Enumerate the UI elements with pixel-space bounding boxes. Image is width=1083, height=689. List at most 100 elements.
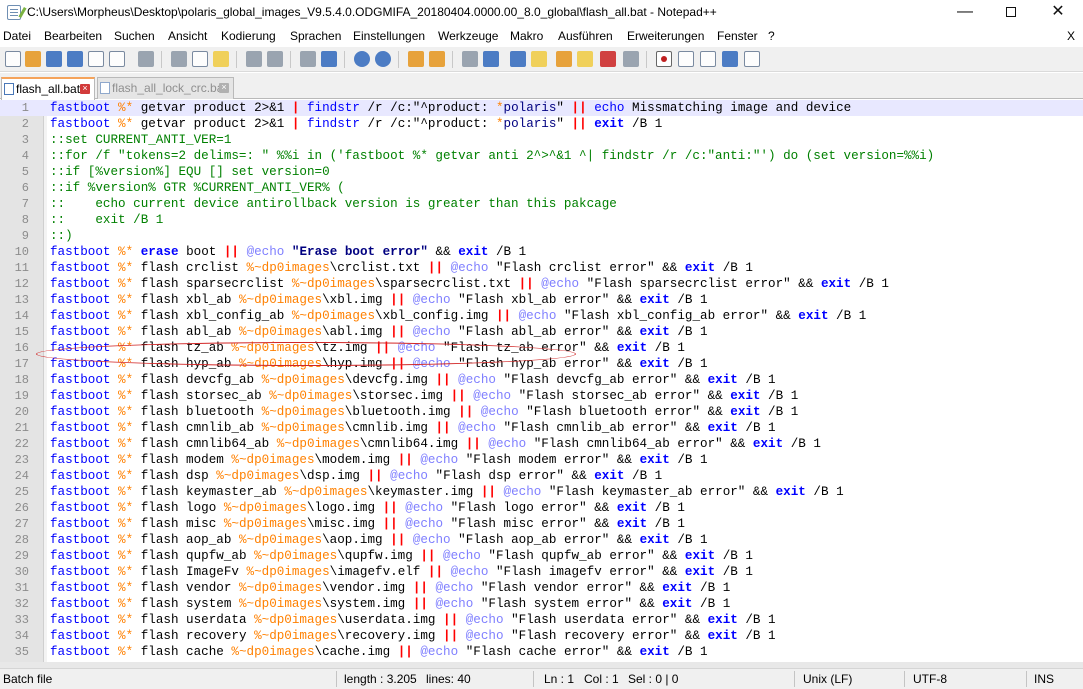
code-line[interactable]: 23 fastboot %* flash modem %~dp0images\mo… bbox=[0, 452, 1083, 468]
close-window-button[interactable]: ✕ bbox=[1035, 0, 1081, 26]
record-macro-icon[interactable] bbox=[656, 51, 672, 67]
code-line[interactable]: 34 fastboot %* flash recovery %~dp0images… bbox=[0, 628, 1083, 644]
code-line[interactable]: 7:: echo current device antirollback ver… bbox=[0, 196, 1083, 212]
show-all-chars-icon[interactable] bbox=[483, 51, 499, 67]
code-token: || bbox=[480, 485, 496, 499]
function-list-icon[interactable] bbox=[577, 51, 593, 67]
code-line[interactable]: 11 fastboot %* flash crclist %~dp0images\… bbox=[0, 260, 1083, 276]
sync-horizontal-icon[interactable] bbox=[429, 51, 445, 67]
replace-icon[interactable] bbox=[321, 51, 337, 67]
code-token: @echo bbox=[488, 437, 527, 451]
code-line[interactable]: 6::if %version% GTR %CURRENT_ANTI_VER% ( bbox=[0, 180, 1083, 196]
tab-close-icon[interactable]: × bbox=[219, 83, 229, 93]
menu-help[interactable]: ? bbox=[768, 29, 775, 43]
open-file-icon[interactable] bbox=[25, 51, 41, 67]
code-line[interactable]: 24 fastboot %* flash dsp %~dp0images\dsp.… bbox=[0, 468, 1083, 484]
menu-makro[interactable]: Makro bbox=[510, 29, 543, 43]
indent-guide-icon[interactable] bbox=[510, 51, 526, 67]
code-line[interactable]: 18 fastboot %* flash devcfg_ab %~dp0image… bbox=[0, 372, 1083, 388]
code-line[interactable]: 33 fastboot %* flash userdata %~dp0images… bbox=[0, 612, 1083, 628]
menu-sprachen[interactable]: Sprachen bbox=[290, 29, 341, 43]
code-token: %~dp0images bbox=[238, 581, 323, 595]
code-line[interactable]: 9::) bbox=[0, 228, 1083, 244]
code-line[interactable]: 27 fastboot %* flash misc %~dp0images\mis… bbox=[0, 516, 1083, 532]
code-token: %~dp0images bbox=[231, 341, 315, 355]
menu-ansicht[interactable]: Ansicht bbox=[168, 29, 207, 43]
code-line[interactable]: 20 fastboot %* flash bluetooth %~dp0image… bbox=[0, 404, 1083, 420]
menu-kodierung[interactable]: Kodierung bbox=[221, 29, 276, 43]
zoom-out-icon[interactable] bbox=[375, 51, 391, 67]
code-line[interactable]: 2 fastboot %* getvar product 2>&1 | finds… bbox=[0, 116, 1083, 132]
code-token: fastboot bbox=[50, 117, 119, 131]
code-line[interactable]: 29 fastboot %* flash qupfw_ab %~dp0images… bbox=[0, 548, 1083, 564]
cut-icon[interactable] bbox=[171, 51, 187, 67]
save-macro-icon[interactable] bbox=[744, 51, 760, 67]
code-line[interactable]: 26 fastboot %* flash logo %~dp0images\log… bbox=[0, 500, 1083, 516]
find-icon[interactable] bbox=[300, 51, 316, 67]
code-line[interactable]: 15 fastboot %* flash abl_ab %~dp0images\a… bbox=[0, 324, 1083, 340]
code-token: fastboot bbox=[50, 437, 119, 451]
line-number: 9 bbox=[21, 229, 29, 243]
line-code: fastboot %* flash logo %~dp0images\logo.… bbox=[50, 500, 685, 516]
menu-fenster[interactable]: Fenster bbox=[717, 29, 758, 43]
tab-flash-all[interactable]: flash_all.bat × bbox=[1, 77, 95, 100]
code-line[interactable]: 16 fastboot %* flash tz_ab %~dp0images\tz… bbox=[0, 340, 1083, 356]
zoom-in-icon[interactable] bbox=[354, 51, 370, 67]
save-all-icon[interactable] bbox=[67, 51, 83, 67]
code-line[interactable]: 32 fastboot %* flash system %~dp0images\s… bbox=[0, 596, 1083, 612]
code-line[interactable]: 35 fastboot %* flash cache %~dp0images\ca… bbox=[0, 644, 1083, 660]
code-line[interactable]: 22 fastboot %* flash cmnlib64_ab %~dp0ima… bbox=[0, 436, 1083, 452]
play-macro-icon[interactable] bbox=[700, 51, 716, 67]
code-line[interactable]: 19 fastboot %* flash storsec_ab %~dp0imag… bbox=[0, 388, 1083, 404]
code-line[interactable]: 1 fastboot %* getvar product 2>&1 | finds… bbox=[0, 100, 1083, 116]
code-line[interactable]: 28 fastboot %* flash aop_ab %~dp0images\a… bbox=[0, 532, 1083, 548]
code-token: || bbox=[390, 293, 406, 307]
menu-bearbeiten[interactable]: Bearbeiten bbox=[44, 29, 102, 43]
code-line[interactable]: 3::set CURRENT_ANTI_VER=1 bbox=[0, 132, 1083, 148]
redo-icon[interactable] bbox=[267, 51, 283, 67]
code-line[interactable]: 13 fastboot %* flash xbl_ab %~dp0images\x… bbox=[0, 292, 1083, 308]
code-line[interactable]: 14 fastboot %* flash xbl_config_ab %~dp0i… bbox=[0, 308, 1083, 324]
code-line[interactable]: 17 fastboot %* flash hyp_ab %~dp0images\h… bbox=[0, 356, 1083, 372]
menu-einstellungen[interactable]: Einstellungen bbox=[353, 29, 425, 43]
new-file-icon[interactable] bbox=[5, 51, 21, 67]
sync-vertical-icon[interactable] bbox=[408, 51, 424, 67]
menu-ausfuehren[interactable]: Ausführen bbox=[558, 29, 613, 43]
code-line[interactable]: 5::if [%version%] EQU [] set version=0 bbox=[0, 164, 1083, 180]
code-line[interactable]: 8:: exit /B 1 bbox=[0, 212, 1083, 228]
menu-suchen[interactable]: Suchen bbox=[114, 29, 155, 43]
code-line[interactable]: 12 fastboot %* flash sparsecrclist %~dp0i… bbox=[0, 276, 1083, 292]
code-token: flash xbl_config_ab bbox=[133, 309, 292, 323]
monitoring-icon[interactable] bbox=[623, 51, 639, 67]
code-line[interactable]: 21 fastboot %* flash cmnlib_ab %~dp0image… bbox=[0, 420, 1083, 436]
maximize-button[interactable] bbox=[988, 0, 1034, 26]
udl-icon[interactable] bbox=[531, 51, 547, 67]
word-wrap-icon[interactable] bbox=[462, 51, 478, 67]
close-document-button[interactable]: X bbox=[1067, 29, 1075, 43]
stop-record-icon[interactable] bbox=[678, 51, 694, 67]
menu-werkzeuge[interactable]: Werkzeuge bbox=[438, 29, 498, 43]
doc-map-icon[interactable] bbox=[556, 51, 572, 67]
copy-icon[interactable] bbox=[192, 51, 208, 67]
menu-erweiterungen[interactable]: Erweiterungen bbox=[627, 29, 704, 43]
close-all-icon[interactable] bbox=[109, 51, 125, 67]
save-icon[interactable] bbox=[46, 51, 62, 67]
print-icon[interactable] bbox=[138, 51, 154, 67]
tab-close-icon[interactable]: × bbox=[80, 84, 90, 94]
code-line[interactable]: 10 fastboot %* erase boot || @echo "Erase… bbox=[0, 244, 1083, 260]
paste-icon[interactable] bbox=[213, 51, 229, 67]
editor-area[interactable]: 1 fastboot %* getvar product 2>&1 | finds… bbox=[0, 100, 1083, 662]
menu-datei[interactable]: Datei bbox=[3, 29, 31, 43]
minimize-button[interactable]: — bbox=[942, 0, 988, 26]
code-line[interactable]: 25 fastboot %* flash keymaster_ab %~dp0im… bbox=[0, 484, 1083, 500]
status-lines: lines: 40 bbox=[426, 672, 471, 686]
run-macro-multiple-icon[interactable] bbox=[722, 51, 738, 67]
undo-icon[interactable] bbox=[246, 51, 262, 67]
code-line[interactable]: 30 fastboot %* flash ImageFv %~dp0images\… bbox=[0, 564, 1083, 580]
tab-flash-all-lock-crc[interactable]: flash_all_lock_crc.bat × bbox=[97, 77, 234, 99]
close-icon[interactable] bbox=[88, 51, 104, 67]
folder-as-workspace-icon[interactable] bbox=[600, 51, 616, 67]
code-line[interactable]: 31 fastboot %* flash vendor %~dp0images\v… bbox=[0, 580, 1083, 596]
code-token: /B 1 bbox=[737, 613, 776, 627]
code-line[interactable]: 4::for /f "tokens=2 delims=: " %%i in ('… bbox=[0, 148, 1083, 164]
